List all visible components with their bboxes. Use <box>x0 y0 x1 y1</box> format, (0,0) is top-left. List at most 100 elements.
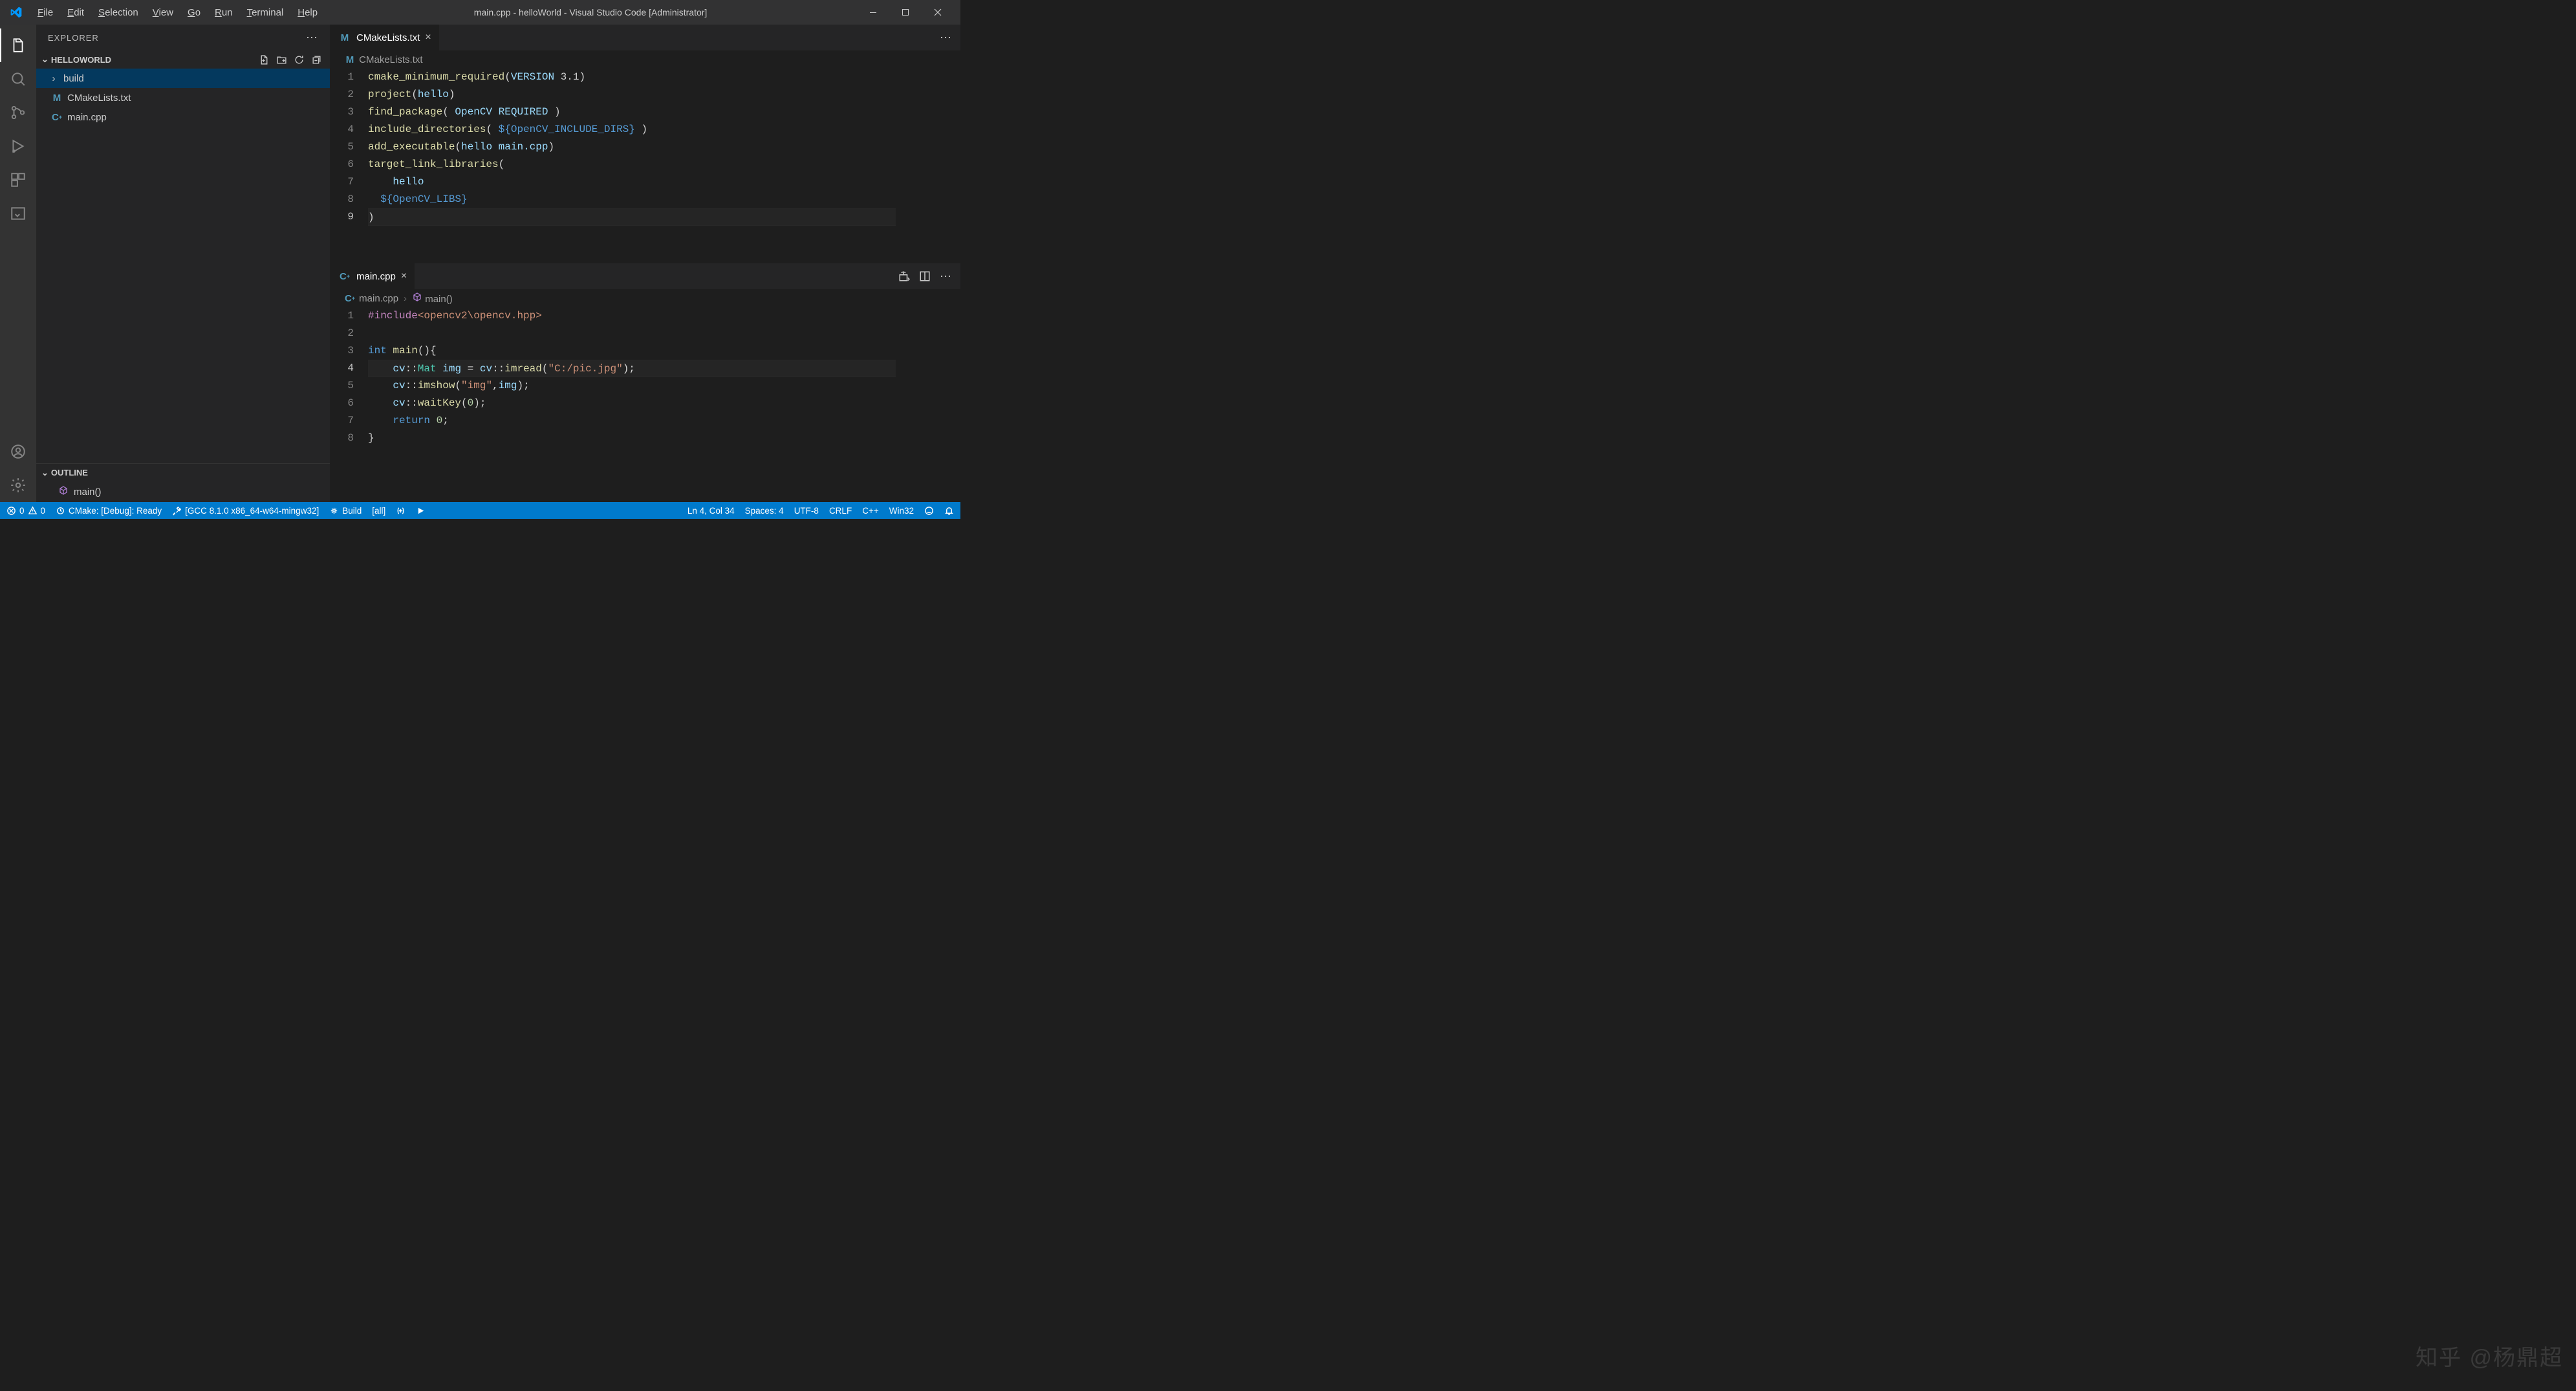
refresh-icon[interactable] <box>294 54 305 65</box>
encoding-label: UTF-8 <box>794 506 819 516</box>
code-content[interactable]: #include<opencv2\opencv.hpp>int main(){ … <box>368 307 909 501</box>
code-line[interactable]: #include<opencv2\opencv.hpp> <box>368 307 896 325</box>
status-debug-launch[interactable] <box>396 506 406 516</box>
tree-item-cmakelists-txt[interactable]: MCMakeLists.txt <box>36 88 330 107</box>
errors-count: 0 <box>19 506 25 516</box>
menu-run[interactable]: Run <box>208 3 239 22</box>
code-line[interactable]: } <box>368 430 896 447</box>
code-line[interactable]: cv::imshow("img",img); <box>368 377 896 395</box>
breadcrumb[interactable]: M CMakeLists.txt <box>330 50 960 69</box>
outline-item[interactable]: main() <box>36 483 330 501</box>
status-cursor[interactable]: Ln 4, Col 34 <box>687 506 735 516</box>
activity-accounts[interactable] <box>0 435 36 468</box>
minimap[interactable] <box>909 307 960 501</box>
code-line[interactable]: target_link_libraries( <box>368 156 896 173</box>
menu-selection[interactable]: Selection <box>92 3 145 22</box>
close-button[interactable] <box>922 0 954 25</box>
close-icon[interactable]: × <box>401 270 407 282</box>
menu-help[interactable]: Help <box>291 3 324 22</box>
activity-settings[interactable] <box>0 468 36 502</box>
code-line[interactable]: ) <box>368 208 896 226</box>
cmake-label: CMake: [Debug]: Ready <box>69 506 162 516</box>
symbol-method-icon <box>412 294 422 305</box>
status-os[interactable]: Win32 <box>889 506 914 516</box>
breadcrumb[interactable]: C+ main.cpp› main() <box>330 289 960 307</box>
menu-terminal[interactable]: Terminal <box>241 3 290 22</box>
sidebar-header: EXPLORER ⋯ <box>36 25 330 50</box>
menu-go[interactable]: Go <box>181 3 207 22</box>
status-problems[interactable]: 0 0 <box>6 506 45 516</box>
code-line[interactable]: cv::Mat img = cv::imread("C:/pic.jpg"); <box>368 360 896 377</box>
status-target[interactable]: [all] <box>372 506 385 516</box>
code-line[interactable]: cmake_minimum_required(VERSION 3.1) <box>368 69 896 86</box>
status-spaces[interactable]: Spaces: 4 <box>745 506 784 516</box>
tab-cmakelists-txt[interactable]: MCMakeLists.txt× <box>330 25 440 50</box>
more-icon[interactable]: ⋯ <box>940 270 951 283</box>
activity-search[interactable] <box>0 62 36 96</box>
status-encoding[interactable]: UTF-8 <box>794 506 819 516</box>
status-feedback[interactable] <box>924 506 934 516</box>
breadcrumb-part[interactable]: M CMakeLists.txt <box>343 54 423 65</box>
cmake-file-icon: M <box>343 54 356 65</box>
code-content[interactable]: cmake_minimum_required(VERSION 3.1)proje… <box>368 69 909 263</box>
status-cmake[interactable]: CMake: [Debug]: Ready <box>56 506 162 516</box>
close-icon[interactable]: × <box>425 32 431 43</box>
minimap[interactable] <box>909 69 960 263</box>
code-line[interactable]: return 0; <box>368 412 896 430</box>
code-line[interactable]: find_package( OpenCV REQUIRED ) <box>368 104 896 121</box>
breadcrumb-part[interactable]: main() <box>412 292 453 305</box>
menu-view[interactable]: View <box>146 3 180 22</box>
chevron-down-icon: ⌄ <box>41 54 49 65</box>
warnings-count: 0 <box>41 506 46 516</box>
code-line[interactable] <box>368 325 896 342</box>
tab-label: main.cpp <box>356 271 396 282</box>
minimize-button[interactable] <box>857 0 889 25</box>
code-editor[interactable]: 123456789cmake_minimum_required(VERSION … <box>330 69 960 263</box>
code-line[interactable]: project(hello) <box>368 86 896 104</box>
code-line[interactable]: cv::waitKey(0); <box>368 395 896 412</box>
status-language[interactable]: C++ <box>862 506 879 516</box>
menu-bar: FileEditSelectionViewGoRunTerminalHelp <box>31 3 324 22</box>
tab-actions: ⋯ <box>931 25 960 50</box>
run-icon[interactable] <box>898 270 910 282</box>
maximize-button[interactable] <box>889 0 922 25</box>
tree-item-build[interactable]: ›build <box>36 69 330 88</box>
status-kit[interactable]: [GCC 8.1.0 x86_64-w64-mingw32] <box>172 506 319 516</box>
menu-file[interactable]: File <box>31 3 60 22</box>
code-line[interactable]: include_directories( ${OpenCV_INCLUDE_DI… <box>368 121 896 138</box>
tree-item-main-cpp[interactable]: C+main.cpp <box>36 107 330 127</box>
gutter: 123456789 <box>330 69 368 263</box>
tree-label: build <box>63 73 84 84</box>
activity-run-debug[interactable] <box>0 129 36 163</box>
tab-main-cpp[interactable]: C+ main.cpp × <box>330 263 415 289</box>
status-eol[interactable]: CRLF <box>829 506 852 516</box>
code-line[interactable]: int main(){ <box>368 342 896 360</box>
tree-label: CMakeLists.txt <box>67 93 131 104</box>
split-editor-icon[interactable] <box>919 270 931 282</box>
status-notifications[interactable] <box>944 506 954 516</box>
folder-header[interactable]: ⌄ HELLOWORLD <box>36 50 330 69</box>
code-editor[interactable]: 12345678#include<opencv2\opencv.hpp>int … <box>330 307 960 501</box>
more-icon[interactable]: ⋯ <box>940 31 951 45</box>
code-line[interactable]: ${OpenCV_LIBS} <box>368 191 896 208</box>
sidebar-more-icon[interactable]: ⋯ <box>306 31 318 45</box>
new-file-icon[interactable] <box>259 54 270 65</box>
editor-area: MCMakeLists.txt× ⋯ M CMakeLists.txt 1234567… <box>330 25 960 502</box>
new-folder-icon[interactable] <box>276 54 287 65</box>
status-build[interactable]: Build <box>329 506 362 516</box>
code-line[interactable]: hello <box>368 173 896 191</box>
status-run-launch[interactable] <box>416 506 426 516</box>
menu-edit[interactable]: Edit <box>61 3 91 22</box>
code-line[interactable]: add_executable(hello main.cpp) <box>368 138 896 156</box>
activity-source-control[interactable] <box>0 96 36 129</box>
activity-extensions[interactable] <box>0 163 36 197</box>
window-title: main.cpp - helloWorld - Visual Studio Co… <box>324 7 857 17</box>
collapse-all-icon[interactable] <box>311 54 322 65</box>
symbol-method-icon <box>58 485 69 498</box>
activity-explorer[interactable] <box>0 28 36 62</box>
activity-panel[interactable] <box>0 197 36 230</box>
outline-header[interactable]: ⌄ OUTLINE <box>36 463 330 481</box>
cpp-file-icon: C+ <box>338 271 351 282</box>
breadcrumb-part[interactable]: C+ main.cpp <box>343 293 398 304</box>
kit-label: [GCC 8.1.0 x86_64-w64-mingw32] <box>185 506 319 516</box>
